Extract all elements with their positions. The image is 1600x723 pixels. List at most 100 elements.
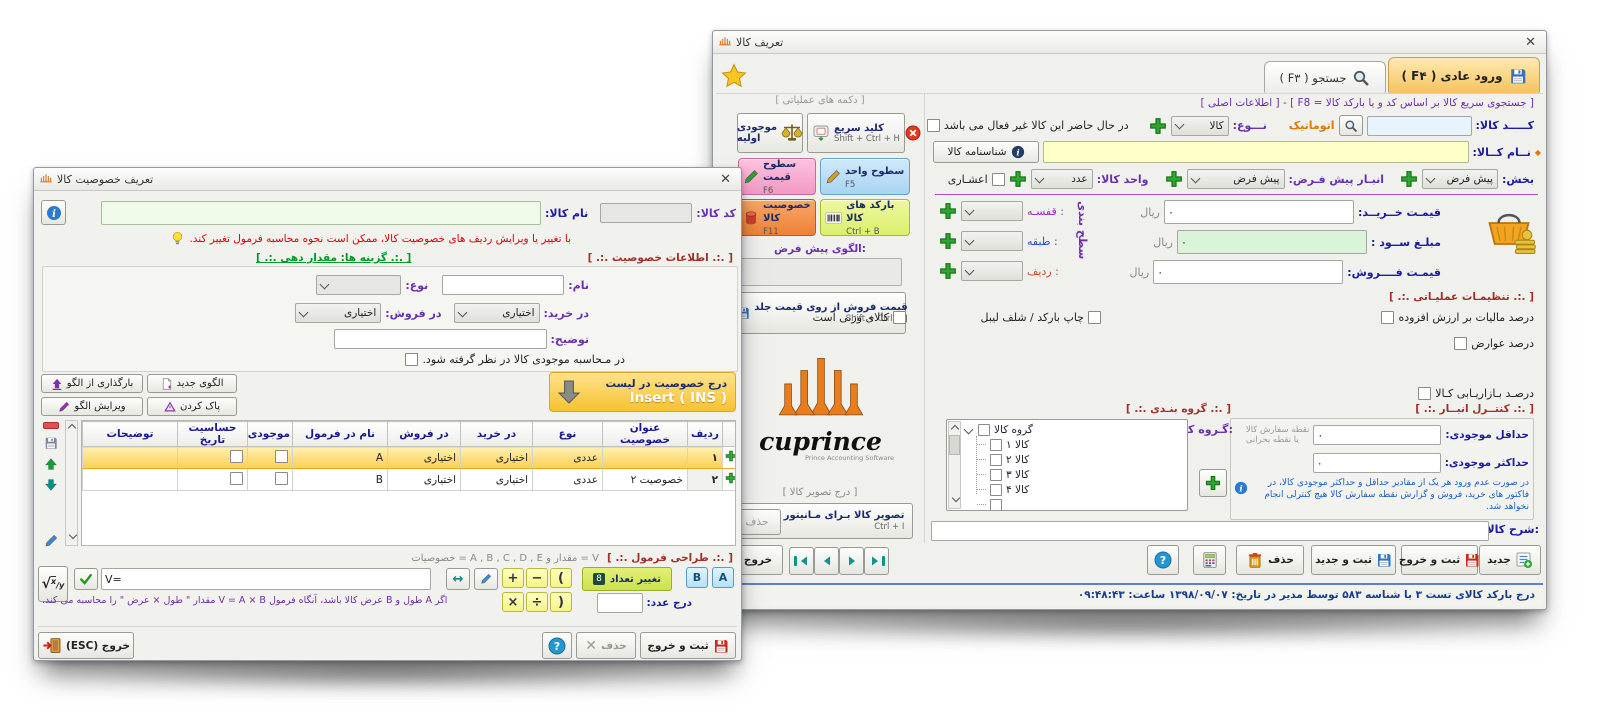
scroll-up-icon[interactable]: [67, 424, 75, 432]
table-row[interactable]: ۲ خصوصیت ۲ عددی اختیاری اختیاری B: [83, 469, 737, 491]
decimal-checkbox[interactable]: [992, 173, 1005, 186]
weight-product-checkbox[interactable]: [893, 311, 906, 324]
tree-scrollbar[interactable]: [948, 421, 961, 509]
col-formula-name[interactable]: نام در فرمول: [293, 422, 388, 447]
code-search-button[interactable]: [1339, 115, 1363, 136]
new-button[interactable]: جدید: [1479, 545, 1541, 575]
add-row-icon[interactable]: [725, 450, 736, 462]
add-warehouse-icon[interactable]: [1165, 170, 1183, 188]
unit-select[interactable]: عدد: [1031, 169, 1093, 189]
col-sale[interactable]: در فروش: [388, 422, 461, 447]
remove-row-icon[interactable]: [43, 422, 59, 429]
product-code-input[interactable]: [1367, 116, 1472, 136]
profit-amount-input[interactable]: ۰: [1177, 230, 1367, 254]
tree-item-checkbox[interactable]: [990, 439, 1002, 451]
properties-grid[interactable]: ردیف عنوان خصوصیت نوع در خرید در فروش نا…: [82, 421, 736, 491]
add-section-icon[interactable]: [1400, 170, 1418, 188]
open-paren-button[interactable]: (: [550, 568, 572, 588]
move-down-icon[interactable]: [44, 478, 58, 492]
product-name-input[interactable]: [101, 201, 541, 225]
in-purchase-select[interactable]: اختیاری: [454, 303, 540, 323]
tree-item-checkbox[interactable]: [990, 499, 1002, 511]
col-row[interactable]: ردیف: [688, 422, 723, 447]
tree-item[interactable]: کالا ۱: [963, 437, 1185, 452]
save-exit-button[interactable]: ثبت و خروج: [1401, 545, 1478, 575]
vat-checkbox[interactable]: [1381, 311, 1394, 324]
marketing-checkbox[interactable]: [1418, 387, 1431, 400]
description-input[interactable]: [931, 521, 1489, 541]
stock-checkbox[interactable]: [275, 472, 288, 485]
tree-root[interactable]: گروه کالا: [963, 422, 1185, 437]
max-stock-input[interactable]: ۰: [1313, 453, 1441, 473]
purchase-price-input[interactable]: ۰: [1164, 200, 1354, 224]
product-barcodes-button[interactable]: بارکد های کالاCtrl + B: [820, 199, 910, 236]
barcode-print-checkbox[interactable]: [1088, 311, 1101, 324]
calculator-button[interactable]: [1193, 545, 1226, 575]
div-op-button[interactable]: ÷: [526, 592, 548, 612]
change-count-button[interactable]: تغییر تعداد 8: [582, 567, 672, 591]
validate-formula-button[interactable]: [74, 568, 98, 590]
add-group-button[interactable]: [1199, 469, 1227, 497]
save-exit-button[interactable]: ثبت و خروج: [640, 632, 736, 659]
save-new-button[interactable]: ثبت و جدید: [1311, 545, 1396, 575]
add-row-icon[interactable]: [725, 472, 736, 484]
table-row[interactable]: ۱ عددی اختیاری اختیاری A: [83, 447, 737, 469]
formula-input[interactable]: V=: [101, 568, 431, 590]
add-row-icon[interactable]: [939, 262, 957, 280]
product-property-button[interactable]: خصوصیت کالاF11: [738, 199, 816, 236]
a-var-button[interactable]: A: [712, 567, 734, 588]
add-shelf-icon[interactable]: [939, 202, 957, 220]
note-input[interactable]: [334, 329, 547, 349]
grid-scrollbar[interactable]: [65, 420, 78, 546]
edit-row-icon[interactable]: [44, 534, 58, 548]
stock-checkbox[interactable]: [275, 450, 288, 463]
help-button[interactable]: [542, 632, 572, 659]
min-stock-input[interactable]: ۰: [1313, 425, 1441, 445]
close-icon[interactable]: ✕: [716, 172, 735, 187]
info-button[interactable]: [41, 200, 66, 225]
edit-formula-button[interactable]: [474, 568, 498, 590]
tab-search[interactable]: جستجو ( F۳ ): [1264, 61, 1386, 93]
plus-op-button[interactable]: +: [502, 568, 524, 588]
tree-item-checkbox[interactable]: [990, 484, 1002, 496]
nav-last-button[interactable]: [864, 547, 889, 575]
nav-first-button[interactable]: [789, 547, 814, 575]
tree-item-checkbox[interactable]: [990, 469, 1002, 481]
col-notes[interactable]: توضیحات: [83, 422, 178, 447]
scroll-down-icon[interactable]: [952, 494, 960, 502]
stock-consider-checkbox[interactable]: [405, 353, 418, 366]
tree-item[interactable]: کالا ۳: [963, 467, 1185, 482]
scroll-down-icon[interactable]: [69, 531, 77, 539]
favorite-star-icon[interactable]: [721, 63, 747, 89]
automatic-link[interactable]: اتوماتیک: [1289, 119, 1335, 132]
tree-item-checkbox[interactable]: [990, 454, 1002, 466]
in-sale-select[interactable]: اختیاری: [295, 303, 381, 323]
tree-item[interactable]: کالا ۲: [963, 452, 1185, 467]
default-template-field[interactable]: [738, 258, 902, 286]
col-type[interactable]: نوع: [533, 422, 603, 447]
warehouse-select[interactable]: پیش فرض: [1187, 169, 1285, 189]
close-red-icon[interactable]: [905, 125, 921, 141]
nav-next-button[interactable]: [839, 547, 864, 575]
section-select[interactable]: پیش فرض: [1422, 169, 1498, 189]
inactive-checkbox[interactable]: [927, 119, 940, 132]
type-select[interactable]: کالا: [1171, 116, 1229, 136]
add-type-icon[interactable]: [1149, 117, 1167, 135]
product-name-input[interactable]: [1043, 141, 1469, 163]
col-stock[interactable]: موجودی: [248, 422, 293, 447]
add-unit-icon[interactable]: [1009, 170, 1027, 188]
price-levels-button[interactable]: سطوح قیمتF6: [738, 158, 816, 195]
minus-op-button[interactable]: −: [526, 568, 548, 588]
help-button[interactable]: [1147, 545, 1179, 575]
new-template-button[interactable]: الگوی جدید: [147, 374, 237, 393]
col-date-sensitivity[interactable]: حساسیت تاریخ: [178, 422, 248, 447]
nav-previous-button[interactable]: [814, 547, 839, 575]
col-title[interactable]: عنوان خصوصیت: [603, 422, 688, 447]
sale-price-input[interactable]: ۰: [1153, 260, 1343, 284]
scroll-up-icon[interactable]: [950, 425, 958, 433]
product-group-tree[interactable]: گروه کالا کالا ۱ کالا ۲ کالا ۳ کالا ۴: [946, 419, 1188, 511]
clear-template-button[interactable]: پاک کردن: [147, 397, 237, 416]
date-sensitivity-checkbox[interactable]: [230, 472, 243, 485]
quick-key-button[interactable]: کلید سریع Shift + Ctrl + H: [807, 113, 905, 153]
chevron-down-icon[interactable]: [964, 425, 974, 435]
